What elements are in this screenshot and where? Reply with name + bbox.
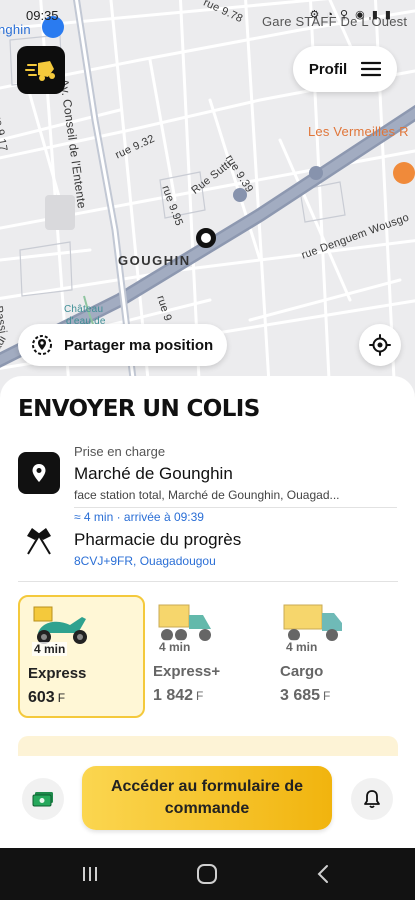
vehicle-price-amount: 1 842 [153,687,194,704]
dropoff-plus-code: 8CVJ+9FR, Ouagadougou [74,554,216,568]
current-location-marker [196,228,216,248]
truck-icon [283,604,342,641]
share-position-button[interactable]: Partager ma position [18,324,228,366]
divider [74,507,397,508]
vehicle-eta: 4 min [32,642,68,656]
tricycle-icon [158,604,211,641]
recent-apps-button[interactable] [75,861,105,887]
recent-apps-icon [83,867,97,881]
profile-menu-button[interactable]: Profil [293,46,397,92]
app-logo[interactable] [17,46,65,94]
finish-flags-icon [27,528,51,555]
share-position-label: Partager ma position [64,336,214,354]
status-icons: ⚙ ◔ ⚲ ◉ ▮ ▮ [309,9,393,21]
vehicle-eta: 4 min [284,640,320,654]
vehicle-option-cargo[interactable]: 4 min Cargo 3 685 F [272,595,399,718]
payment-method-button[interactable] [22,778,64,820]
vehicle-price-currency: F [57,691,66,705]
vehicle-price: 3 685 F [280,687,330,705]
divider [18,581,398,582]
vehicle-name: Express [28,665,87,682]
pickup-location-field[interactable]: Marché de Gounghin [74,464,233,484]
home-button[interactable] [192,861,222,887]
sheet-title: ENVOYER UN COLIS [18,396,260,422]
status-time: 09:35 [26,8,59,23]
send-parcel-sheet: ENVOYER UN COLIS Prise en charge Marché … [0,376,415,848]
order-form-button[interactable]: Accéder au formulaire de commande [82,766,332,830]
eta-text: ≈ 4 min · arrivée à 09:39 [74,510,204,524]
back-button[interactable] [308,861,338,887]
vehicle-price-amount: 603 [28,689,55,706]
pickup-address: face station total, Marché de Gounghin, … [74,488,340,502]
share-location-icon [32,335,52,355]
vehicle-price: 1 842 F [153,687,203,705]
bell-icon [364,790,380,809]
scooter-icon [33,606,87,644]
system-navigation-bar [0,848,415,900]
map-label-chateau-1: Château [64,304,104,315]
home-icon [197,864,217,884]
vehicle-name: Express+ [153,663,221,680]
map-label-top-left: nghin [0,22,31,37]
vehicle-price: 603 F [28,689,65,707]
map-label-goughin: GOUGHIN [118,253,191,268]
notifications-button[interactable] [351,778,393,820]
dropoff-location-field[interactable]: Pharmacie du progrès [74,530,241,550]
status-bar: 09:35 ⚙ ◔ ⚲ ◉ ▮ ▮ [0,6,415,24]
vehicle-option-express-plus[interactable]: 4 min Express+ 1 842 F [145,595,272,718]
crosshair-icon [369,334,391,356]
vehicle-option-express[interactable]: 4 min Express 603 F [18,595,145,718]
cash-icon [32,792,53,807]
back-chevron-icon [317,865,328,883]
vehicle-price-currency: F [196,689,204,703]
profile-label: Profil [308,60,348,78]
vehicle-name: Cargo [280,663,324,680]
delivery-logo-icon [25,61,55,81]
pickup-caption: Prise en charge [74,444,166,459]
promo-strip [18,736,398,756]
recenter-location-button[interactable] [359,324,401,366]
pickup-pin-icon [18,452,60,494]
vehicle-eta: 4 min [157,640,193,654]
map-label-vermeilles: Les Vermeilles R [308,124,409,139]
vehicle-price-amount: 3 685 [280,687,321,704]
hamburger-menu-icon [361,61,382,77]
vehicle-price-currency: F [323,689,331,703]
